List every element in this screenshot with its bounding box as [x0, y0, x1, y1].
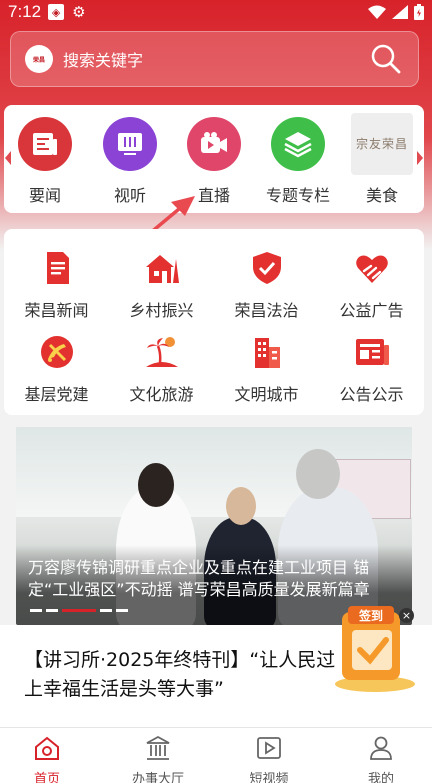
nav-label: 办事大厅 [131, 772, 184, 783]
service-label: 荣昌法治 [234, 301, 299, 320]
government-hall-icon [146, 735, 170, 760]
app-logo: 荣昌 [25, 45, 53, 73]
home-icon [35, 736, 59, 760]
battery-icon [414, 4, 424, 20]
news-headline[interactable]: 【讲习所·2025年终特刊】“让人民过上幸福生活是头等大事” [24, 646, 354, 704]
nav-label: 首页 [33, 772, 60, 783]
status-time: 7:12 [8, 2, 42, 21]
bottom-nav: 首页 办事大厅 短视频 我的 [0, 727, 432, 783]
shield-icon [252, 252, 281, 284]
wifi-icon [368, 5, 386, 19]
newspaper-icon [355, 339, 389, 365]
service-label: 乡村振兴 [129, 301, 194, 320]
service-grassroots-party[interactable]: 基层党建 [4, 333, 109, 405]
layers-icon [271, 117, 325, 171]
nav-label: 短视频 [249, 772, 289, 783]
user-icon [370, 736, 392, 760]
notification-app-icon: ◈ [48, 4, 65, 20]
service-public-ads[interactable]: 公益广告 [319, 249, 424, 321]
close-icon[interactable]: × [399, 608, 414, 623]
food-image-icon: 宗友荣昌 [351, 113, 413, 175]
gear-icon: ⚙ [72, 3, 86, 21]
nav-home[interactable]: 首页 [7, 734, 87, 783]
service-label: 文化旅游 [129, 385, 194, 404]
service-rongchang-news[interactable]: 荣昌新闻 [4, 249, 109, 321]
service-culture-tourism[interactable]: 文化旅游 [109, 333, 214, 405]
service-rule-of-law[interactable]: 荣昌法治 [214, 249, 319, 321]
channel-label: 专题专栏 [265, 186, 330, 205]
news-icon [18, 117, 72, 171]
service-grid: 荣昌新闻 乡村振兴 荣昌法治 公益广告 基层党建 文化旅游 文明城市 公告公示 [4, 229, 424, 415]
service-label: 荣昌新闻 [24, 301, 89, 320]
news-banner-carousel[interactable]: 万容廖传锦调研重点企业及重点在建工业项目 锚定“工业强区”不动摇 谱写荣昌高质量… [16, 427, 412, 625]
channel-label: 美食 [365, 186, 398, 205]
service-rural-revitalization[interactable]: 乡村振兴 [109, 249, 214, 321]
city-buildings-icon [254, 338, 280, 368]
status-bar: 7:12 ◈ ⚙ [0, 0, 432, 24]
live-camera-icon [187, 117, 241, 171]
document-icon [46, 252, 69, 284]
search-bar[interactable]: 荣昌 搜索关键字 [10, 31, 419, 87]
heart-hands-icon [355, 255, 388, 283]
rural-house-icon [145, 255, 179, 283]
channel-label: 要闻 [28, 186, 61, 205]
video-play-icon [257, 737, 281, 759]
search-icon[interactable] [368, 41, 404, 77]
nav-service-hall[interactable]: 办事大厅 [118, 734, 198, 783]
service-label: 基层党建 [24, 385, 89, 404]
service-announcements[interactable]: 公告公示 [319, 333, 424, 405]
checkin-label: 签到 [358, 608, 383, 623]
search-placeholder[interactable]: 搜索关键字 [63, 47, 143, 71]
nav-profile[interactable]: 我的 [341, 734, 421, 783]
service-label: 公益广告 [339, 301, 404, 320]
carousel-indicator [30, 609, 128, 612]
service-civilized-city[interactable]: 文明城市 [214, 333, 319, 405]
scroll-right-arrow-icon[interactable] [417, 151, 423, 165]
banner-caption: 万容廖传锦调研重点企业及重点在建工业项目 锚定“工业强区”不动摇 谱写荣昌高质量… [28, 558, 370, 599]
nav-short-video[interactable]: 短视频 [229, 734, 309, 783]
service-label: 公告公示 [339, 385, 404, 404]
channel-nav: 要闻 视听 直播 专题专栏 宗友荣昌 美食 [4, 105, 424, 213]
nav-label: 我的 [367, 772, 394, 783]
channel-special-topics[interactable]: 专题专栏 [264, 117, 332, 206]
signal-icon [392, 5, 408, 19]
service-label: 文明城市 [234, 385, 299, 404]
channel-food[interactable]: 宗友荣昌 美食 [348, 113, 416, 206]
tv-icon [103, 117, 157, 171]
channel-news[interactable]: 要闻 [11, 117, 79, 206]
palm-island-icon [145, 337, 178, 367]
party-emblem-icon [40, 336, 73, 368]
